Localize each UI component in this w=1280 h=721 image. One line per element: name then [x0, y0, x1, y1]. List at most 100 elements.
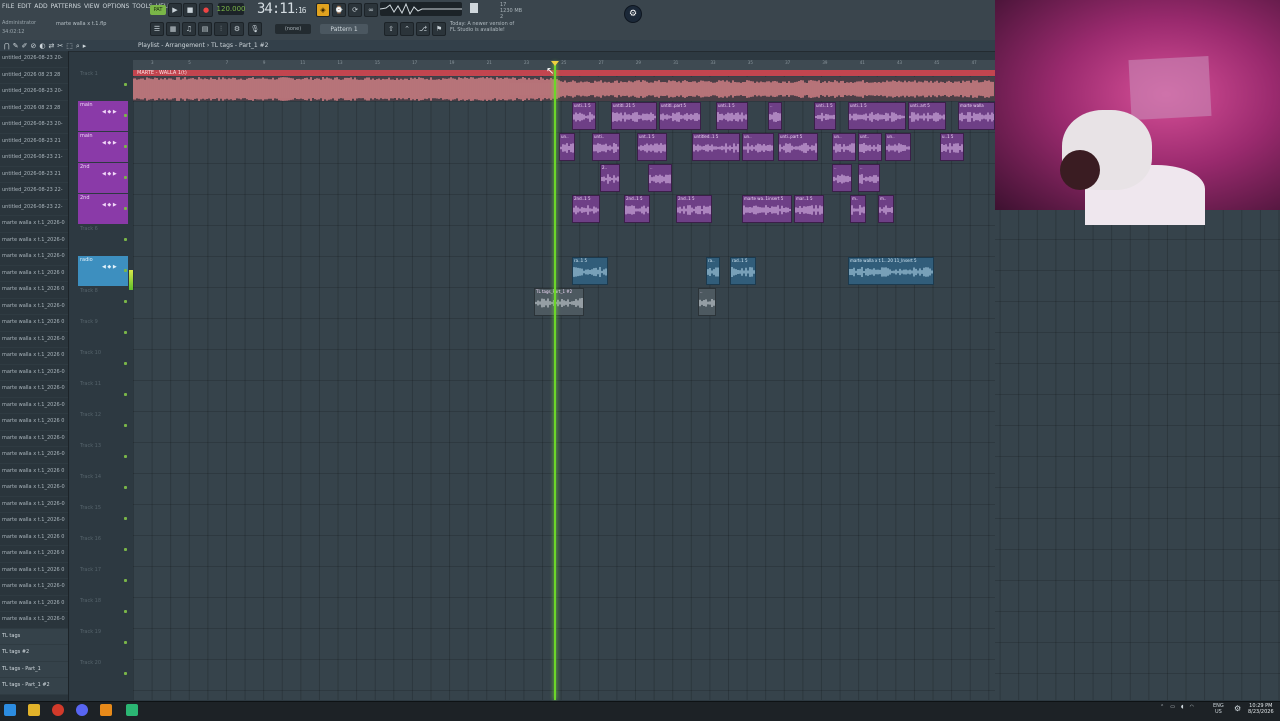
- browser-item[interactable]: TL tags: [0, 628, 68, 645]
- track-mute-led[interactable]: [124, 269, 127, 272]
- track-mute-led[interactable]: [124, 362, 127, 365]
- master-volume-slider[interactable]: [470, 3, 478, 13]
- ctrl-button[interactable]: ⌃: [400, 22, 414, 36]
- browser-item[interactable]: untitled_2026-08-23 21-: [0, 150, 68, 167]
- menu-add[interactable]: ADD: [34, 3, 47, 13]
- plugin-icon[interactable]: ⚙: [230, 22, 244, 36]
- menu-patterns[interactable]: PATTERNS: [51, 3, 81, 13]
- audio-clip[interactable]: untitl..part 5: [659, 102, 701, 130]
- track-mute-led[interactable]: [124, 424, 127, 427]
- audio-clip[interactable]: unti..1 5: [572, 102, 596, 130]
- track-mute-led[interactable]: [124, 331, 127, 334]
- audio-clip[interactable]: unti..: [592, 133, 620, 161]
- track-header[interactable]: Track 16: [78, 535, 128, 565]
- track-header[interactable]: Track 17: [78, 566, 128, 596]
- shift-button[interactable]: ⇧: [384, 22, 398, 36]
- playback-icon[interactable]: ▸: [83, 42, 87, 51]
- audio-clip[interactable]: rad..1 5: [730, 257, 756, 285]
- audio-clip[interactable]: unti..1 5: [716, 102, 748, 130]
- wait-icon[interactable]: ⌚: [332, 3, 346, 17]
- alt-button[interactable]: ⎇: [416, 22, 430, 36]
- track-header[interactable]: Track 14: [78, 473, 128, 503]
- audio-clip[interactable]: m..: [878, 195, 894, 223]
- browser-item[interactable]: untitled_2026-08-23 21: [0, 134, 68, 150]
- track-controls-icon[interactable]: ◀ ◆ ▶: [102, 264, 117, 270]
- track-header[interactable]: Track 19: [78, 628, 128, 658]
- record-icon[interactable]: ●: [199, 3, 213, 17]
- menu-view[interactable]: VIEW: [84, 3, 100, 13]
- audio-clip[interactable]: marte wa..1insert 5: [742, 195, 792, 223]
- fl-studio-icon[interactable]: [100, 704, 112, 716]
- audio-clip[interactable]: 2..: [600, 164, 620, 192]
- audio-clip[interactable]: un..: [832, 133, 856, 161]
- track-mute-led[interactable]: [124, 517, 127, 520]
- browser-item[interactable]: marte walla x t.1_2026 0: [0, 596, 68, 612]
- track-mute-led[interactable]: [124, 672, 127, 675]
- browser-item[interactable]: untitled_2026 08 23 28: [0, 68, 68, 84]
- audio-clip[interactable]: TL tags_Part_1 #2: [534, 288, 584, 316]
- delete-icon[interactable]: ⊘: [31, 42, 37, 51]
- snap-select[interactable]: (none): [275, 24, 311, 34]
- pencil-icon[interactable]: ✎: [13, 42, 19, 51]
- track-controls-icon[interactable]: ◀ ◆ ▶: [102, 202, 117, 208]
- language-indicator[interactable]: ENG US: [1213, 703, 1224, 715]
- tray-network-icon[interactable]: ▭: [1170, 704, 1175, 710]
- track-mute-led[interactable]: [124, 455, 127, 458]
- track-header[interactable]: main ◀ ◆ ▶: [78, 132, 128, 162]
- pattern-select[interactable]: Pattern 1: [320, 24, 368, 34]
- browser-item[interactable]: marte walla x t.1_2026-0: [0, 249, 68, 266]
- piano-roll-icon[interactable]: ♫: [182, 22, 196, 36]
- browser-item[interactable]: marte walla x t.1_2026 0: [0, 348, 68, 365]
- track-header[interactable]: Track 6: [78, 225, 128, 255]
- browser-item[interactable]: marte walla x t.1_2026-0: [0, 612, 68, 629]
- browser-item[interactable]: marte walla x t.1_2026 0: [0, 414, 68, 431]
- brush-icon[interactable]: ✐: [22, 42, 28, 51]
- audio-clip[interactable]: unti..1 5: [814, 102, 836, 130]
- audio-clip[interactable]: unti..part 5: [778, 133, 818, 161]
- audio-clip[interactable]: ra..1 5: [572, 257, 608, 285]
- track-mute-led[interactable]: [124, 579, 127, 582]
- browser-item[interactable]: marte walla x t.1_2026-0: [0, 447, 68, 464]
- audio-clip[interactable]: marte walla x t.1...20 11_Insert 5: [848, 257, 934, 285]
- track-header[interactable]: Track 1: [78, 70, 128, 100]
- audio-clip[interactable]: unti..art 5: [908, 102, 946, 130]
- audio-clip[interactable]: ..: [698, 288, 716, 316]
- track-header[interactable]: Track 9: [78, 318, 128, 348]
- audio-clip[interactable]: 2nd..1 5: [572, 195, 600, 223]
- news-panel[interactable]: Today: A newer version of FL Studio is a…: [450, 21, 514, 33]
- audio-clip[interactable]: ra..: [706, 257, 720, 285]
- track-controls-icon[interactable]: ◀ ◆ ▶: [102, 171, 117, 177]
- settings-gear-icon[interactable]: ⚙: [1234, 704, 1241, 713]
- browser-item[interactable]: marte walla x t.1_2026 0: [0, 266, 68, 282]
- track-header[interactable]: Track 11: [78, 380, 128, 410]
- browser-item[interactable]: TL tags #2: [0, 645, 68, 662]
- track-header[interactable]: radio ◀ ◆ ▶: [78, 256, 128, 286]
- mixer-icon[interactable]: ⫶: [214, 22, 228, 36]
- audio-clip[interactable]: unt..: [858, 133, 882, 161]
- browser-item[interactable]: untitled_2026-08-23 22-: [0, 200, 68, 216]
- browser-item[interactable]: marte walla x t.1_2026-0: [0, 431, 68, 447]
- track-mute-led[interactable]: [124, 610, 127, 613]
- track-header[interactable]: Track 13: [78, 442, 128, 472]
- mute-icon[interactable]: ◐: [39, 42, 45, 51]
- browser-item[interactable]: untitled_2026-08-23 20-: [0, 84, 68, 101]
- browser-item[interactable]: marte walla x t.1_2026-0: [0, 381, 68, 398]
- browser-item[interactable]: untitled_2026 08 23 28: [0, 101, 68, 117]
- track-header[interactable]: Track 10: [78, 349, 128, 379]
- audio-clip[interactable]: un..: [742, 133, 774, 161]
- browser-item[interactable]: untitled_2026-08-23 20-: [0, 51, 68, 68]
- track-controls-icon[interactable]: ◀ ◆ ▶: [102, 109, 117, 115]
- track-header[interactable]: main ◀ ◆ ▶: [78, 101, 128, 131]
- tempo-display[interactable]: 120.000: [217, 3, 245, 15]
- countdown-icon[interactable]: ⟳: [348, 3, 362, 17]
- audio-clip[interactable]: u..1 5: [940, 133, 964, 161]
- tray-wifi-icon[interactable]: ◠: [1190, 704, 1194, 710]
- browser-item[interactable]: marte walla x t.1_2026 0: [0, 563, 68, 579]
- audio-clip[interactable]: untitled..1 5: [692, 133, 740, 161]
- slice-icon[interactable]: ✂: [57, 42, 63, 51]
- audio-clip[interactable]: mar..1 5: [794, 195, 824, 223]
- audio-clip[interactable]: un..: [885, 133, 911, 161]
- tray-chevron-icon[interactable]: ⌃: [1160, 704, 1164, 710]
- playlist-grid-overflow[interactable]: [995, 210, 1280, 700]
- track-header[interactable]: Track 8: [78, 287, 128, 317]
